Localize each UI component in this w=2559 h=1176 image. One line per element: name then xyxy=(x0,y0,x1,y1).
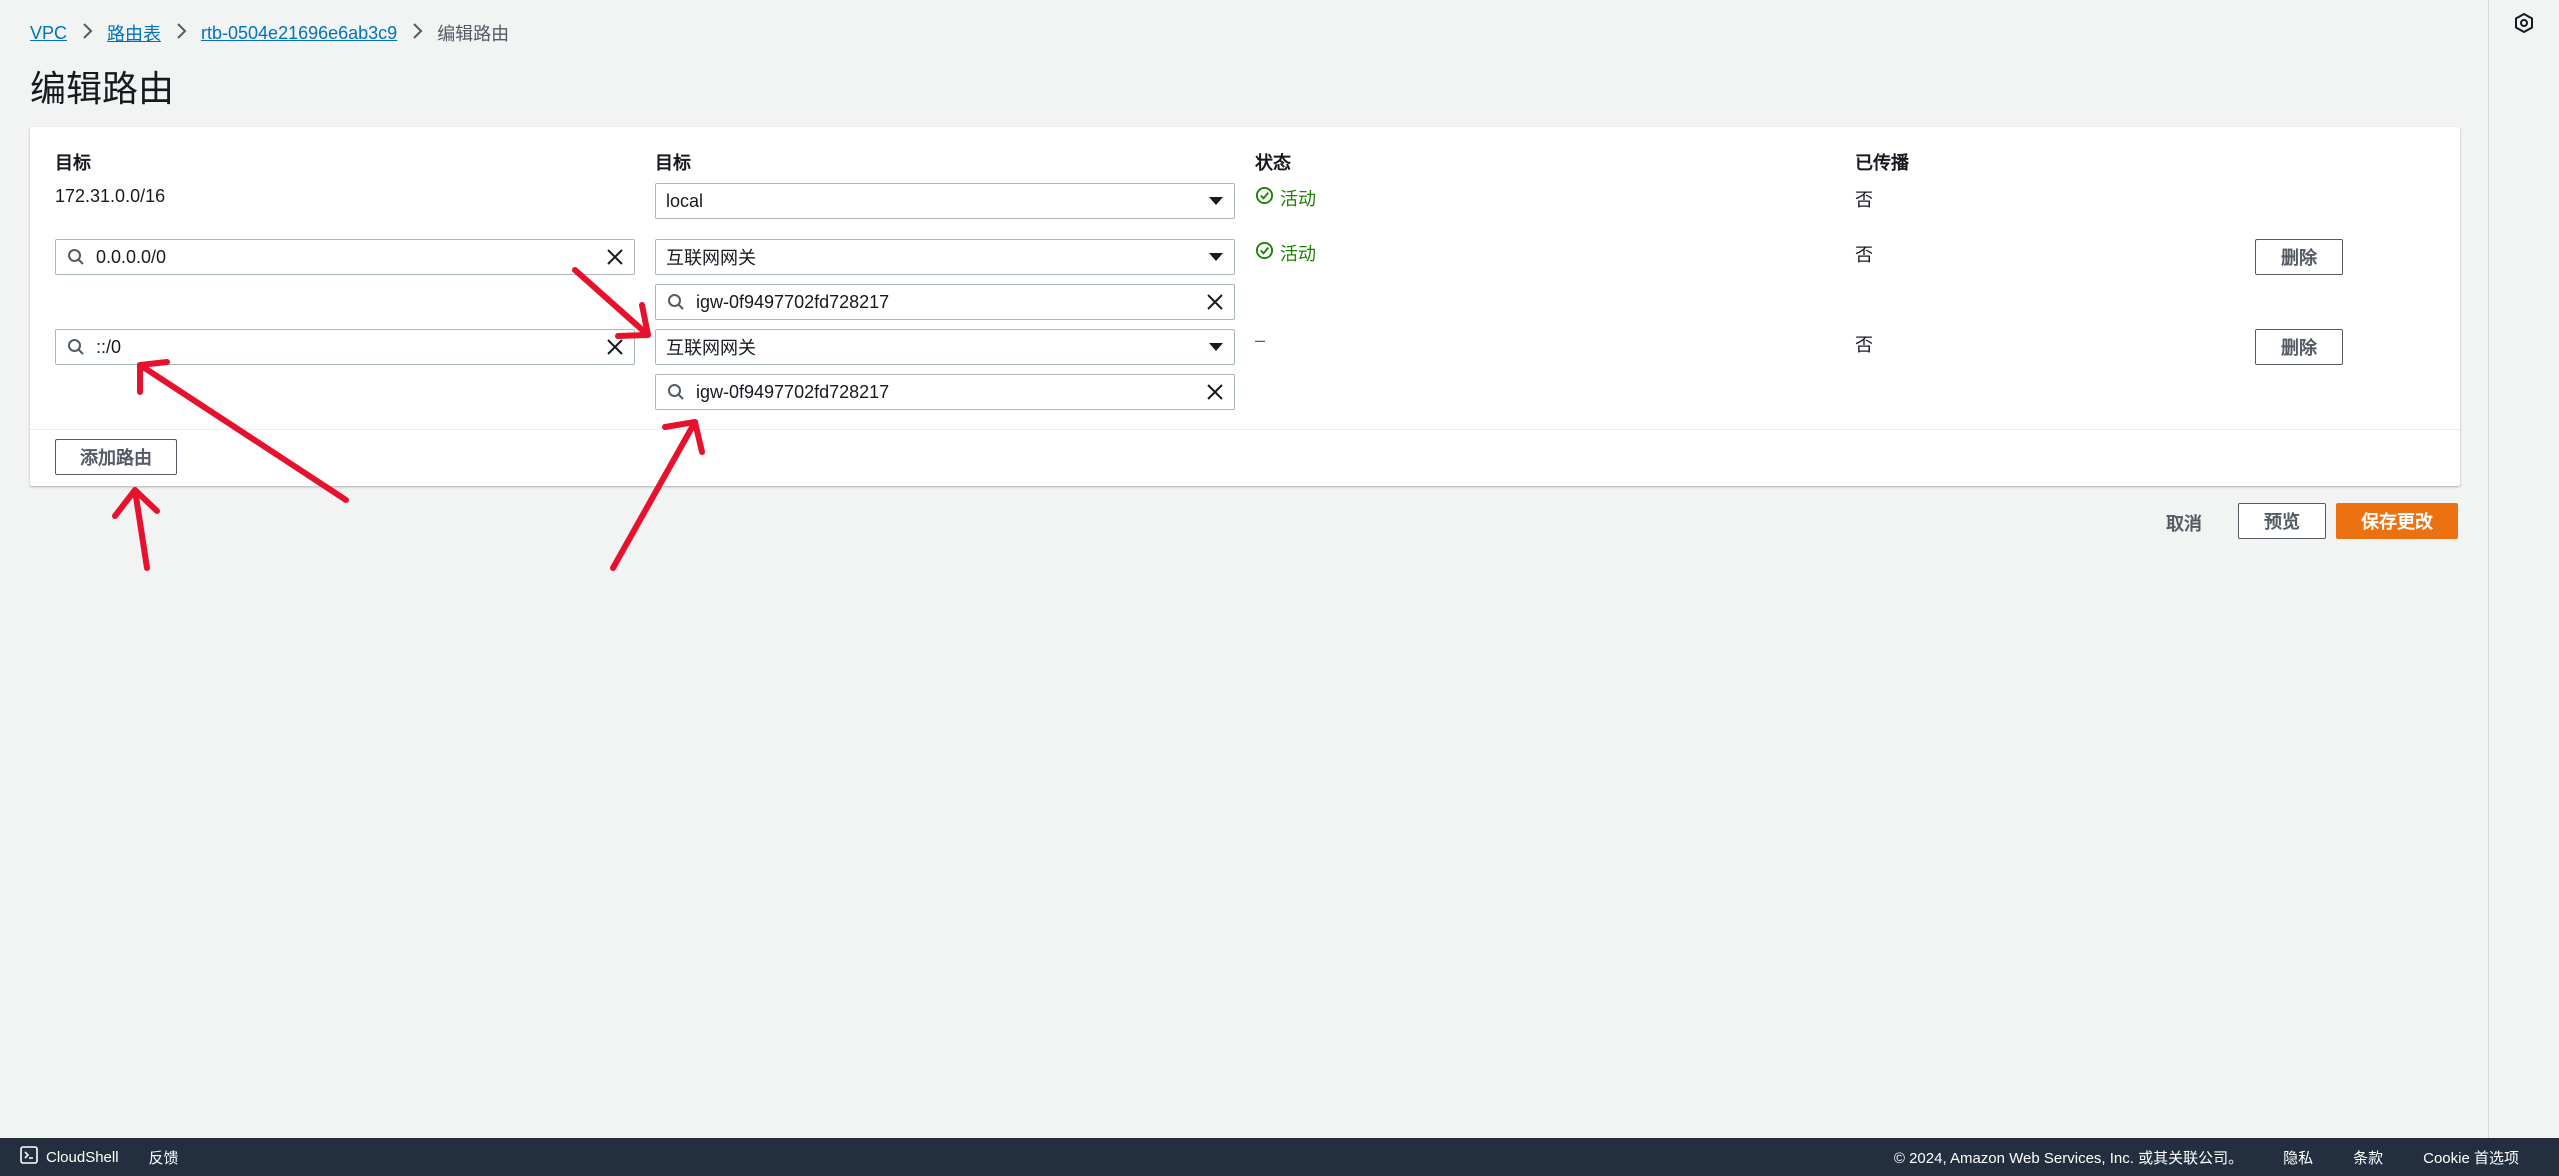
status-badge: 活动 xyxy=(1255,185,1316,211)
search-icon xyxy=(656,284,696,320)
breadcrumb-route-tables[interactable]: 路由表 xyxy=(107,20,161,46)
destination-input[interactable]: 0.0.0.0/0 xyxy=(55,239,635,275)
target-type-value: 互联网网关 xyxy=(666,338,756,358)
status-text: 活动 xyxy=(1280,244,1316,264)
target-type-value: 互联网网关 xyxy=(666,248,756,268)
status-success-icon xyxy=(1255,241,1274,265)
column-header-propagated: 已传播 xyxy=(1855,153,1909,173)
breadcrumb-current: 编辑路由 xyxy=(437,24,510,44)
target-type-select[interactable]: local xyxy=(655,183,1235,219)
page-title: 编辑路由 xyxy=(30,68,175,109)
cloudshell-button[interactable]: CloudShell xyxy=(20,1146,119,1168)
save-changes-button[interactable]: 保存更改 xyxy=(2336,503,2458,539)
chevron-right-icon xyxy=(81,22,93,45)
remove-route-button[interactable]: 删除 xyxy=(2255,239,2343,275)
destination-value: ::/0 xyxy=(96,336,122,357)
divider xyxy=(30,429,2460,430)
target-id-input[interactable]: igw-0f9497702fd728217 xyxy=(655,284,1235,320)
cloudshell-icon xyxy=(20,1146,38,1168)
chevron-right-icon xyxy=(175,22,187,45)
privacy-link[interactable]: 隐私 xyxy=(2283,1147,2313,1168)
propagated-value: 否 xyxy=(1855,245,1873,265)
column-header-target: 目标 xyxy=(655,153,691,173)
preview-button[interactable]: 预览 xyxy=(2238,503,2326,539)
caret-down-icon xyxy=(1198,342,1234,352)
target-id-value: igw-0f9497702fd728217 xyxy=(696,291,890,312)
cloudshell-label: CloudShell xyxy=(46,1148,119,1166)
status-text: 活动 xyxy=(1280,189,1316,209)
remove-route-button[interactable]: 删除 xyxy=(2255,329,2343,365)
target-id-value: igw-0f9497702fd728217 xyxy=(696,381,890,402)
status-text: – xyxy=(1255,330,1266,350)
breadcrumb-route-table-id[interactable]: rtb-0504e21696e6ab3c9 xyxy=(201,23,397,44)
breadcrumb-vpc[interactable]: VPC xyxy=(30,23,67,44)
target-type-select[interactable]: 互联网网关 xyxy=(655,239,1235,275)
settings-hex-icon[interactable] xyxy=(2513,12,2535,39)
annotation-arrow-head xyxy=(112,487,160,519)
target-type-select[interactable]: 互联网网关 xyxy=(655,329,1235,365)
breadcrumb: VPC 路由表 rtb-0504e21696e6ab3c9 编辑路由 xyxy=(30,20,509,46)
search-icon xyxy=(56,239,96,275)
terms-link[interactable]: 条款 xyxy=(2353,1147,2383,1168)
chevron-right-icon xyxy=(411,22,423,45)
propagated-value: 否 xyxy=(1855,190,1873,210)
caret-down-icon xyxy=(1198,196,1234,206)
column-header-status: 状态 xyxy=(1255,153,1291,173)
console-footer: CloudShell 反馈 © 2024, Amazon Web Service… xyxy=(0,1138,2559,1176)
right-utility-rail xyxy=(2488,0,2559,1138)
caret-down-icon xyxy=(1198,252,1234,262)
search-icon xyxy=(656,374,696,410)
clear-icon[interactable] xyxy=(596,239,634,275)
column-header-destination: 目标 xyxy=(55,153,91,173)
target-id-input[interactable]: igw-0f9497702fd728217 xyxy=(655,374,1235,410)
routes-panel: 目标 目标 状态 已传播 172.31.0.0/16 local 活动 否 0.… xyxy=(30,127,2460,486)
propagated-value: 否 xyxy=(1855,335,1873,355)
cookie-preferences-link[interactable]: Cookie 首选项 xyxy=(2423,1147,2519,1168)
destination-input[interactable]: ::/0 xyxy=(55,329,635,365)
search-icon xyxy=(56,329,96,365)
clear-icon[interactable] xyxy=(596,329,634,365)
add-route-button[interactable]: 添加路由 xyxy=(55,439,177,475)
route-destination-static: 172.31.0.0/16 xyxy=(55,186,166,206)
copyright-text: © 2024, Amazon Web Services, Inc. 或其关联公司… xyxy=(1893,1149,2244,1167)
destination-value: 0.0.0.0/0 xyxy=(96,246,167,267)
status-badge: 活动 xyxy=(1255,240,1316,266)
cancel-button[interactable]: 取消 xyxy=(2166,510,2202,536)
clear-icon[interactable] xyxy=(1196,284,1234,320)
target-type-value: local xyxy=(666,190,704,211)
feedback-link[interactable]: 反馈 xyxy=(149,1147,179,1168)
clear-icon[interactable] xyxy=(1196,374,1234,410)
status-success-icon xyxy=(1255,186,1274,210)
annotation-arrow-line xyxy=(132,487,150,571)
